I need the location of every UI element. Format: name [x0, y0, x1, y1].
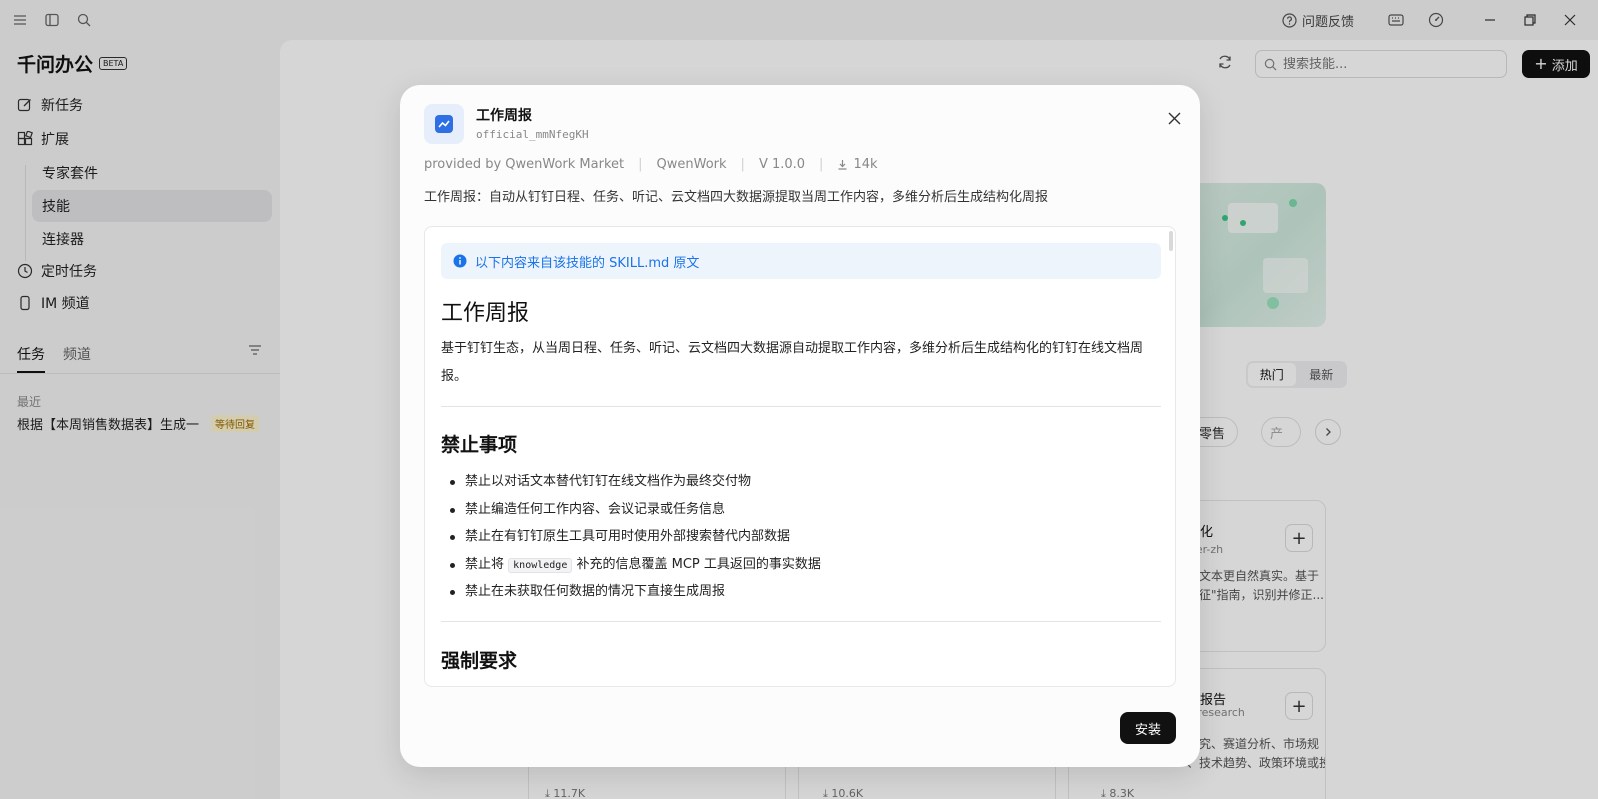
author: QwenWork — [656, 157, 727, 172]
provider: provided by QwenWork Market — [424, 157, 625, 172]
download-icon — [838, 160, 847, 170]
skill-detail-dialog: 工作周报 official_mmNfegKH provided by QwenW… — [400, 85, 1200, 767]
section-heading: 禁止事项 — [441, 434, 518, 456]
scrollbar[interactable] — [1169, 231, 1173, 251]
divider — [441, 406, 1161, 407]
skill-icon — [424, 104, 464, 144]
list-item: 禁止编造任何工作内容、会议记录或任务信息 — [450, 496, 1155, 524]
info-text: 以下内容来自该技能的 SKILL.md 原文 — [475, 255, 700, 271]
skill-description: 工作周报：自动从钉钉日程、任务、听记、云文档四大数据源提取当周工作内容，多维分析… — [424, 190, 1049, 205]
rule-list: 禁止以对话文本替代钉钉在线文档作为最终交付物 禁止编造任何工作内容、会议记录或任… — [450, 468, 1155, 606]
list-item: 禁止在有钉钉原生工具可用时使用外部搜索替代内部数据 — [450, 523, 1155, 551]
section-heading: 强制要求 — [441, 650, 518, 672]
list-item: 禁止以对话文本替代钉钉在线文档作为最终交付物 — [450, 468, 1155, 496]
skill-meta: provided by QwenWork Market | QwenWork |… — [424, 157, 878, 172]
dialog-title: 工作周报 — [476, 108, 532, 124]
doc-intro: 基于钉钉生态，从当周日程、任务、听记、云文档四大数据源自动提取工作内容，多维分析… — [441, 341, 1144, 384]
doc-heading: 工作周报 — [441, 301, 530, 326]
version: V 1.0.0 — [758, 157, 806, 172]
info-icon — [453, 254, 467, 268]
list-item: 禁止在未获取任何数据的情况下直接生成周报 — [450, 578, 1155, 606]
install-button[interactable]: 安装 — [1120, 712, 1176, 744]
skill-md-content[interactable]: 以下内容来自该技能的 SKILL.md 原文 工作周报 基于钉钉生态，从当周日程… — [424, 226, 1176, 687]
download-count: 14k — [853, 157, 878, 172]
inline-code: knowledge — [508, 557, 573, 573]
close-icon[interactable] — [1162, 106, 1186, 130]
skill-id: official_mmNfegKH — [476, 128, 589, 141]
list-item: 禁止将 knowledge 补充的信息覆盖 MCP 工具返回的事实数据 — [450, 551, 1155, 579]
divider — [441, 621, 1161, 622]
info-banner: 以下内容来自该技能的 SKILL.md 原文 — [441, 243, 1161, 279]
